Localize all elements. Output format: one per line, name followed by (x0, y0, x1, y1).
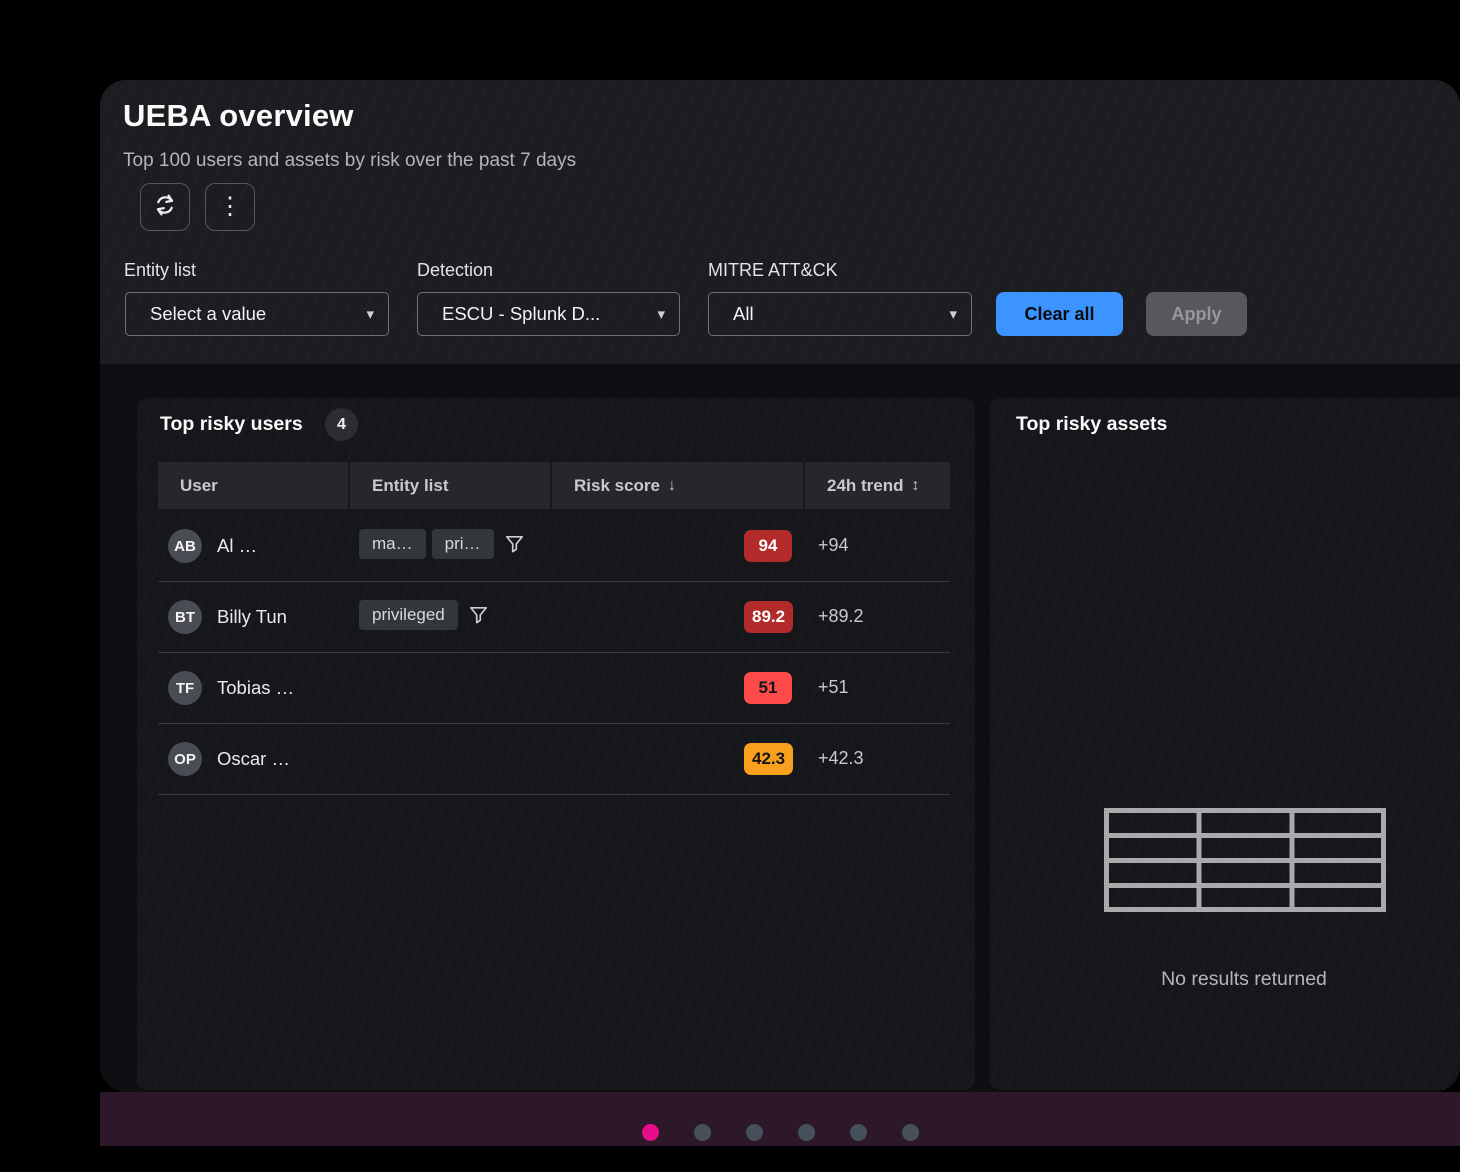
column-header-entity-list[interactable]: Entity list (350, 462, 550, 509)
more-actions-button[interactable]: ⋮ (205, 183, 255, 231)
risk-score-badge: 42.3 (744, 743, 793, 775)
entity-tag[interactable]: pri… (432, 529, 494, 559)
entity-tag[interactable]: privileged (359, 600, 458, 630)
refresh-icon (152, 192, 178, 223)
entity-tags: ma… pri… (359, 529, 524, 559)
column-label: Risk score (574, 476, 660, 496)
column-header-24h-trend[interactable]: 24h trend ↕ (805, 462, 950, 509)
avatar: OP (168, 742, 202, 776)
table-header: User Entity list Risk score ↓ 24h trend … (158, 462, 950, 509)
risk-score-badge: 89.2 (744, 601, 793, 633)
table-row: OP Oscar … 42.3 +42.3 (158, 724, 950, 795)
column-label: 24h trend (827, 476, 904, 496)
entity-list-dropdown-value: Select a value (150, 303, 266, 325)
mitre-filter-label: MITRE ATT&CK (708, 260, 838, 281)
top-risky-assets-panel: Top risky assets No results returned (990, 398, 1460, 1090)
entity-list-filter-label: Entity list (124, 260, 196, 281)
carousel-dot[interactable] (902, 1124, 919, 1141)
detection-dropdown-value: ESCU - Splunk D... (442, 303, 600, 325)
carousel-dot[interactable] (798, 1124, 815, 1141)
sort-descending-icon: ↓ (668, 477, 676, 495)
ueba-dashboard-card: UEBA overview Top 100 users and assets b… (100, 80, 1460, 1092)
kebab-menu-icon: ⋮ (218, 195, 242, 219)
users-count-badge: 4 (325, 408, 358, 441)
screen: UEBA overview Top 100 users and assets b… (0, 0, 1460, 1172)
mitre-dropdown-value: All (733, 303, 754, 325)
dashboard-header: UEBA overview Top 100 users and assets b… (100, 80, 1460, 364)
carousel-dot[interactable] (850, 1124, 867, 1141)
table-body: AB Al … ma… pri… 94 +94 BT Billy Tun (158, 511, 950, 795)
users-panel-title: Top risky users (160, 413, 303, 436)
entity-list-dropdown[interactable]: Select a value ▾ (125, 292, 389, 336)
user-name: Tobias … (217, 677, 294, 699)
risk-score-badge: 51 (744, 672, 792, 704)
sort-both-icon: ↕ (912, 477, 920, 495)
carousel-strip (100, 1092, 1460, 1146)
carousel-dot[interactable] (694, 1124, 711, 1141)
refresh-button[interactable] (140, 183, 190, 231)
entity-tags: privileged (359, 600, 488, 630)
filter-icon[interactable] (505, 535, 524, 554)
user-name: Oscar … (217, 748, 290, 770)
mitre-dropdown[interactable]: All ▾ (708, 292, 972, 336)
avatar: AB (168, 529, 202, 563)
trend-value: +51 (818, 677, 849, 698)
detection-dropdown[interactable]: ESCU - Splunk D... ▾ (417, 292, 680, 336)
carousel-dot[interactable] (642, 1124, 659, 1141)
trend-value: +42.3 (818, 748, 864, 769)
column-label: User (180, 476, 218, 496)
avatar: TF (168, 671, 202, 705)
detection-filter-label: Detection (417, 260, 493, 281)
clear-all-button[interactable]: Clear all (996, 292, 1123, 336)
chevron-down-icon: ▾ (949, 305, 957, 323)
chevron-down-icon: ▾ (657, 305, 665, 323)
entity-tag[interactable]: ma… (359, 529, 426, 559)
risk-score-badge: 94 (744, 530, 792, 562)
top-risky-users-panel: Top risky users 4 User Entity list Risk … (137, 398, 975, 1090)
avatar: BT (168, 600, 202, 634)
trend-value: +94 (818, 535, 849, 556)
empty-table-icon (1104, 808, 1386, 917)
page-title: UEBA overview (123, 98, 354, 134)
table-row: TF Tobias … 51 +51 (158, 653, 950, 724)
user-name: Al … (217, 535, 257, 557)
filter-icon[interactable] (469, 606, 488, 625)
carousel-dot[interactable] (746, 1124, 763, 1141)
assets-panel-title: Top risky assets (1016, 413, 1167, 436)
column-header-risk-score[interactable]: Risk score ↓ (552, 462, 803, 509)
chevron-down-icon: ▾ (366, 305, 374, 323)
column-label: Entity list (372, 476, 449, 496)
page-subtitle: Top 100 users and assets by risk over th… (123, 150, 576, 172)
trend-value: +89.2 (818, 606, 864, 627)
table-row: AB Al … ma… pri… 94 +94 (158, 511, 950, 582)
no-results-message: No results returned (1064, 968, 1424, 991)
column-header-user[interactable]: User (158, 462, 348, 509)
table-row: BT Billy Tun privileged 89.2 +89.2 (158, 582, 950, 653)
apply-button[interactable]: Apply (1146, 292, 1247, 336)
user-name: Billy Tun (217, 606, 287, 628)
